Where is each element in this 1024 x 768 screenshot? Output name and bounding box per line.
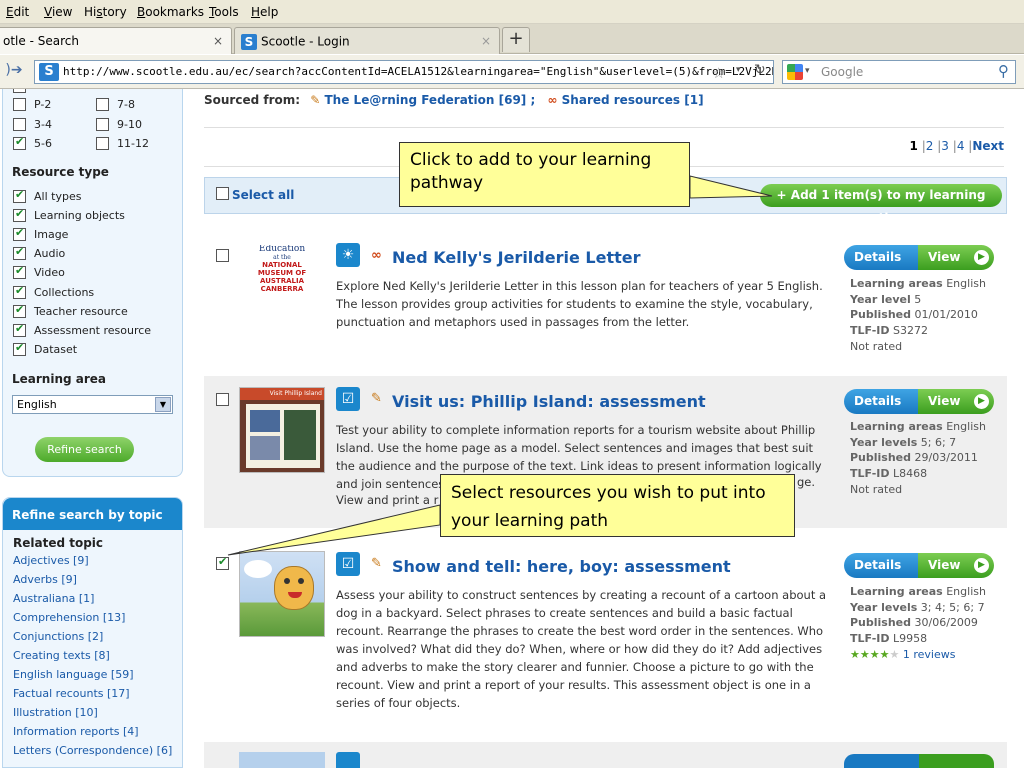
callout-pointer [227, 504, 441, 556]
callout-pointers [227, 175, 773, 556]
callout-pointer [689, 175, 773, 199]
callout-select: Select resources you wish to put into yo… [440, 474, 795, 537]
callout-add: Click to add to your learning pathway [399, 142, 690, 207]
